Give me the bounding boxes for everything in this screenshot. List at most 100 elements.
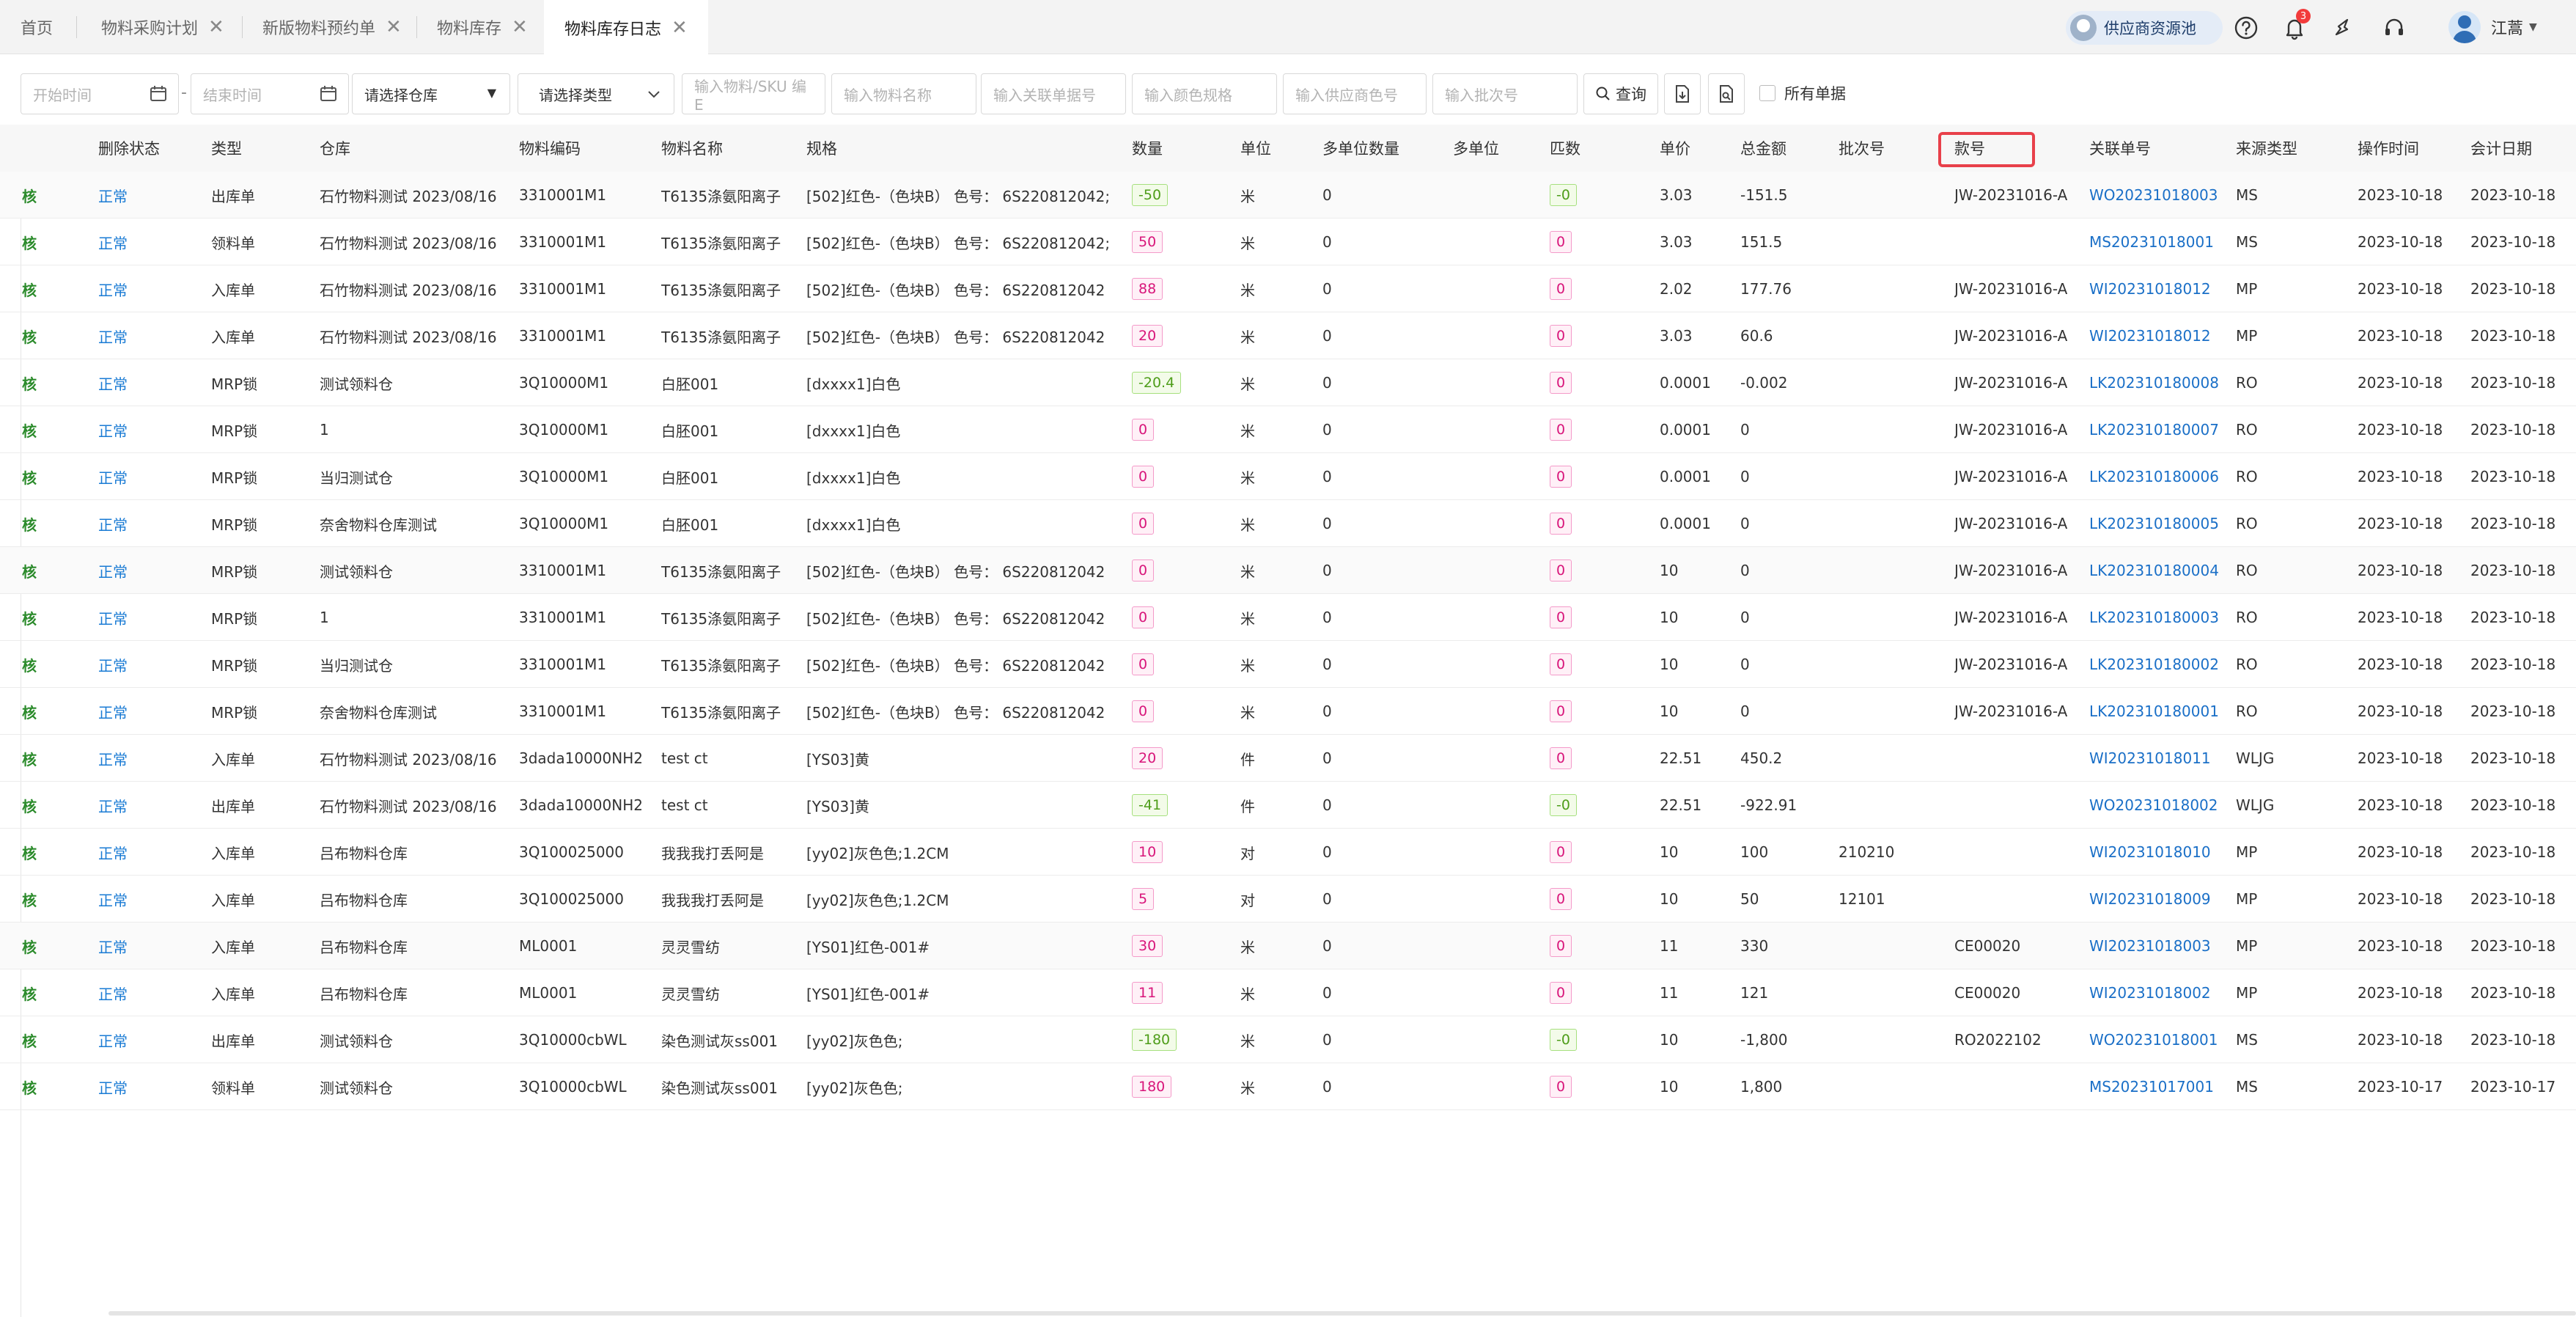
operation-date: 2023-10-18 — [2358, 702, 2443, 720]
related-doc-link[interactable]: WI20231018003 — [2089, 922, 2211, 969]
related-doc-link[interactable]: WI20231018010 — [2089, 829, 2211, 876]
close-icon[interactable]: ✕ — [208, 18, 224, 37]
related-doc-link[interactable]: LK202310180007 — [2089, 406, 2219, 453]
material-name: 我我我打丢阿是 — [661, 891, 764, 909]
related-doc-link[interactable]: LK202310180001 — [2089, 688, 2219, 735]
related-doc-link[interactable]: LK202310180006 — [2089, 453, 2219, 500]
table-row[interactable]: 核 正常 MRP锁 1 3Q10000M1 白胚001 [dxxxx1]白色 0… — [0, 406, 2576, 453]
related-doc-link[interactable]: LK202310180004 — [2089, 547, 2219, 594]
delete-status: 正常 — [98, 375, 128, 393]
delete-status: 正常 — [98, 281, 128, 299]
column-header[interactable]: 数量 — [1132, 125, 1163, 172]
bell-icon[interactable]: 3 — [2280, 9, 2311, 43]
tab-label: 物料库存 — [437, 20, 502, 38]
horizontal-scrollbar[interactable] — [108, 1311, 2576, 1316]
warehouse-select[interactable]: 请选择仓库 ▼ — [352, 73, 510, 114]
related-doc-input[interactable]: 输入关联单据号 — [981, 73, 1126, 114]
column-header[interactable]: 多单位 — [1453, 125, 1499, 172]
column-header[interactable]: 操作时间 — [2358, 125, 2419, 172]
close-icon[interactable]: ✕ — [386, 18, 402, 37]
column-header[interactable]: 规格 — [806, 125, 837, 172]
doc-type: 入库单 — [211, 750, 255, 768]
table-row[interactable]: 核 正常 入库单 吕布物料仓库 ML0001 灵灵雪纺 [YS01]红色-001… — [0, 922, 2576, 969]
tab-stock-log[interactable]: 物料库存日志 ✕ — [544, 0, 708, 55]
related-doc-link[interactable]: LK202310180003 — [2089, 594, 2219, 641]
column-header[interactable]: 关联单号 — [2089, 125, 2151, 172]
accounting-date: 2023-10-18 — [2470, 1031, 2556, 1049]
table-row[interactable]: 核 正常 出库单 测试领料仓 3Q10000cbWL 染色测试灰ss001 [y… — [0, 1016, 2576, 1063]
related-doc-link[interactable]: LK202310180008 — [2089, 359, 2219, 406]
table-row[interactable]: 核 正常 入库单 石竹物料测试 2023/08/16 3310001M1 T61… — [0, 265, 2576, 312]
column-header[interactable]: 会计日期 — [2470, 125, 2532, 172]
table-row[interactable]: 核 正常 MRP锁 当归测试仓 3Q10000M1 白胚001 [dxxxx1]… — [0, 453, 2576, 500]
related-doc-link[interactable]: WI20231018011 — [2089, 735, 2211, 782]
checkbox-box[interactable] — [1759, 85, 1775, 101]
column-header[interactable]: 匹数 — [1550, 125, 1580, 172]
quantity: 0 — [1132, 500, 1155, 547]
column-header[interactable]: 单价 — [1660, 125, 1690, 172]
table-row[interactable]: 核 正常 MRP锁 测试领料仓 3Q10000M1 白胚001 [dxxxx1]… — [0, 359, 2576, 406]
export-button[interactable] — [1664, 73, 1701, 114]
user-menu[interactable]: 江蒿 ▼ — [2448, 9, 2537, 45]
column-header[interactable]: 物料名称 — [661, 125, 723, 172]
related-doc-link[interactable]: WI20231018012 — [2089, 312, 2211, 359]
column-header[interactable]: 类型 — [211, 125, 242, 172]
table-row[interactable]: 核 正常 MRP锁 当归测试仓 3310001M1 T6135涤氨阳离子 [50… — [0, 641, 2576, 688]
accounting-date: 2023-10-17 — [2470, 1078, 2556, 1096]
column-header[interactable]: 物料编码 — [519, 125, 581, 172]
material-sku-input[interactable]: 输入物料/SKU 编E — [682, 73, 825, 114]
table-row[interactable]: 核 正常 MRP锁 奈舍物料仓库测试 3Q10000M1 白胚001 [dxxx… — [0, 500, 2576, 547]
tab-material-booking[interactable]: 新版物料预约单 ✕ — [242, 0, 422, 54]
table-row[interactable]: 核 正常 出库单 石竹物料测试 2023/08/16 3dada10000NH2… — [0, 782, 2576, 829]
related-doc-link[interactable]: WI20231018012 — [2089, 265, 2211, 312]
table-row[interactable]: 核 正常 入库单 石竹物料测试 2023/08/16 3310001M1 T61… — [0, 312, 2576, 359]
tab-home[interactable]: 首页 — [0, 0, 73, 54]
column-header[interactable]: 来源类型 — [2236, 125, 2297, 172]
column-header[interactable]: 批次号 — [1839, 125, 1885, 172]
table-row[interactable]: 核 正常 MRP锁 奈舍物料仓库测试 3310001M1 T6135涤氨阳离子 … — [0, 688, 2576, 735]
column-header[interactable]: 仓库 — [320, 125, 350, 172]
related-doc-link[interactable]: MS20231017001 — [2089, 1063, 2214, 1110]
share-icon[interactable] — [2328, 13, 2358, 43]
column-header[interactable]: 多单位数量 — [1322, 125, 1399, 172]
headset-icon[interactable] — [2380, 13, 2409, 43]
table-row[interactable]: 核 正常 MRP锁 1 3310001M1 T6135涤氨阳离子 [502]红色… — [0, 594, 2576, 641]
supplier-color-input[interactable]: 输入供应商色号 — [1283, 73, 1427, 114]
related-doc-link[interactable]: WI20231018002 — [2089, 969, 2211, 1016]
table-row[interactable]: 核 正常 MRP锁 测试领料仓 3310001M1 T6135涤氨阳离子 [50… — [0, 547, 2576, 594]
related-doc-link[interactable]: WI20231018009 — [2089, 876, 2211, 922]
related-doc-link[interactable]: WO20231018001 — [2089, 1016, 2218, 1063]
material-name-input[interactable]: 输入物料名称 — [831, 73, 976, 114]
type-select[interactable]: 请选择类型 — [518, 73, 674, 114]
column-header[interactable]: 总金额 — [1740, 125, 1786, 172]
table-row[interactable]: 核 正常 领料单 测试领料仓 3Q10000cbWL 染色测试灰ss001 [y… — [0, 1063, 2576, 1110]
related-doc-link[interactable]: MS20231018001 — [2089, 219, 2214, 265]
table-row[interactable]: 核 正常 入库单 吕布物料仓库 3Q100025000 我我我打丢阿是 [yy0… — [0, 876, 2576, 922]
related-doc-link[interactable]: LK202310180005 — [2089, 500, 2219, 547]
column-header[interactable]: 删除状态 — [98, 125, 160, 172]
all-docs-checkbox[interactable]: 所有单据 — [1759, 82, 1846, 104]
color-spec-input[interactable]: 输入颜色规格 — [1132, 73, 1277, 114]
column-header[interactable]: 单位 — [1240, 125, 1271, 172]
doc-type: MRP锁 — [211, 516, 258, 534]
close-icon[interactable]: ✕ — [512, 18, 528, 37]
tab-purchase-plan[interactable]: 物料采购计划 ✕ — [81, 0, 245, 54]
style-no: JW-20231016-A — [1954, 468, 2068, 485]
help-icon[interactable] — [2231, 13, 2261, 43]
start-date-input[interactable]: 开始时间 — [21, 73, 179, 114]
tab-material-stock[interactable]: 物料库存 ✕ — [416, 0, 548, 54]
supplier-pool-button[interactable]: 供应商资源池 — [2066, 11, 2223, 45]
table-row[interactable]: 核 正常 出库单 石竹物料测试 2023/08/16 3310001M1 T61… — [0, 172, 2576, 219]
table-row[interactable]: 核 正常 入库单 吕布物料仓库 3Q100025000 我我我打丢阿是 [yy0… — [0, 829, 2576, 876]
related-doc-link[interactable]: WO20231018002 — [2089, 782, 2218, 829]
table-row[interactable]: 核 正常 入库单 吕布物料仓库 ML0001 灵灵雪纺 [YS01]红色-001… — [0, 969, 2576, 1016]
table-row[interactable]: 核 正常 领料单 石竹物料测试 2023/08/16 3310001M1 T61… — [0, 219, 2576, 265]
related-doc-link[interactable]: WO20231018003 — [2089, 172, 2218, 219]
query-button[interactable]: 查询 — [1583, 73, 1658, 114]
related-doc-link[interactable]: LK202310180002 — [2089, 641, 2219, 688]
report-button[interactable] — [1708, 73, 1745, 114]
table-row[interactable]: 核 正常 入库单 石竹物料测试 2023/08/16 3dada10000NH2… — [0, 735, 2576, 782]
batch-input[interactable]: 输入批次号 — [1432, 73, 1578, 114]
end-date-input[interactable]: 结束时间 — [191, 73, 349, 114]
close-icon[interactable]: ✕ — [671, 18, 688, 37]
